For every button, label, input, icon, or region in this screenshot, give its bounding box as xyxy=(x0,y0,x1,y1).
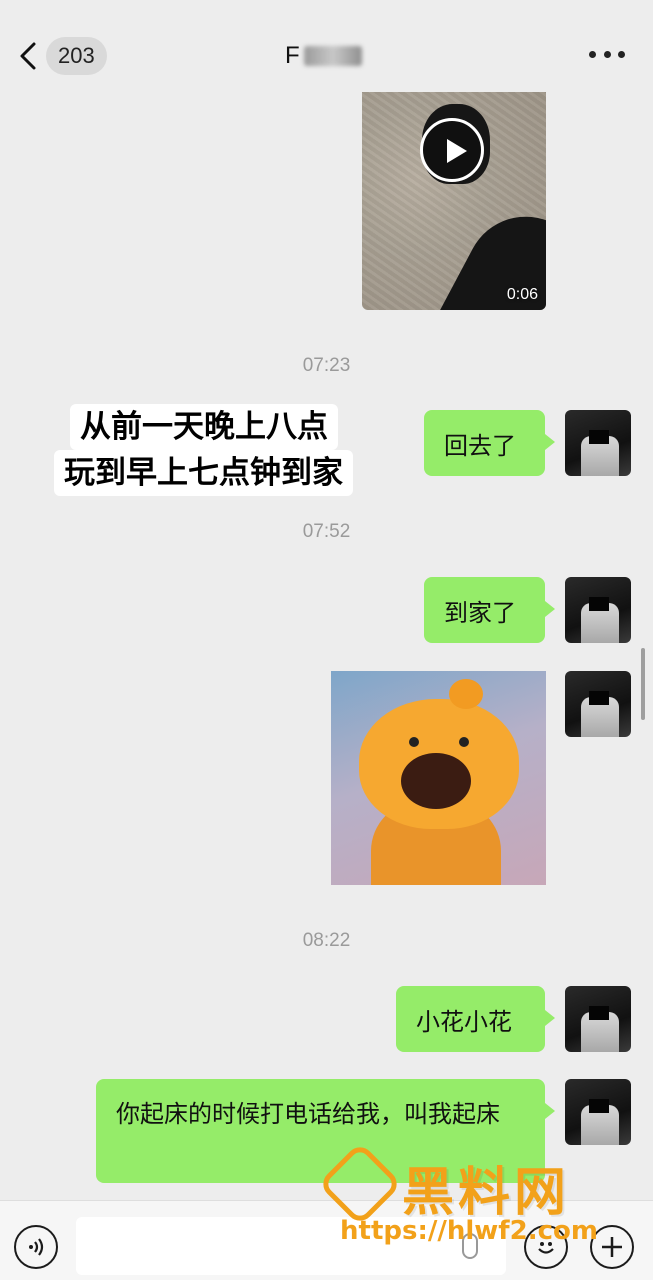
timestamp: 07:52 xyxy=(302,521,351,542)
message-bubble[interactable]: 你起床的时候打电话给我，叫我起床 xyxy=(96,1079,555,1183)
message-text: 回去了 xyxy=(444,431,516,460)
avatar[interactable] xyxy=(565,671,631,737)
voice-icon[interactable] xyxy=(14,1225,58,1269)
emoji-icon[interactable] xyxy=(524,1225,568,1269)
chevron-left-icon xyxy=(20,42,36,70)
scrollbar[interactable] xyxy=(641,648,645,720)
title-redaction xyxy=(303,46,362,66)
microphone-icon[interactable] xyxy=(462,1233,478,1259)
timestamp: 08:22 xyxy=(302,930,351,951)
message-bubble[interactable]: 小花小花 xyxy=(396,986,555,1052)
avatar[interactable] xyxy=(565,410,631,476)
input-bar xyxy=(0,1200,653,1280)
message-input[interactable] xyxy=(76,1217,506,1275)
avatar[interactable] xyxy=(565,577,631,643)
play-icon[interactable] xyxy=(420,118,484,182)
caption-overlay: 从前一天晚上八点 玩到早上七点钟到家 xyxy=(54,404,366,496)
sticker-message[interactable] xyxy=(331,671,546,885)
timestamp: 07:23 xyxy=(302,355,351,376)
chat-title-initial: F xyxy=(285,42,300,69)
video-duration: 0:06 xyxy=(506,286,538,303)
message-text: 小花小花 xyxy=(416,1007,512,1036)
message-text: 你起床的时候打电话给我，叫我起床 xyxy=(116,1100,500,1128)
message-bubble[interactable]: 到家了 xyxy=(424,577,555,643)
plus-icon[interactable] xyxy=(590,1225,634,1269)
chat-header: 203 F xyxy=(0,0,653,92)
message-bubble[interactable]: 回去了 xyxy=(424,410,555,476)
more-button[interactable] xyxy=(589,42,625,66)
avatar[interactable] xyxy=(565,986,631,1052)
more-dots-icon xyxy=(589,50,596,58)
caption-line-1: 从前一天晚上八点 xyxy=(70,404,338,450)
caption-line-2: 玩到早上七点钟到家 xyxy=(54,450,353,496)
video-message[interactable]: 0:06 xyxy=(362,92,546,310)
back-button[interactable]: 203 xyxy=(18,36,118,76)
message-text: 到家了 xyxy=(444,598,516,627)
chat-title: F xyxy=(285,40,362,72)
avatar[interactable] xyxy=(565,1079,631,1145)
unread-count-badge: 203 xyxy=(46,37,107,75)
